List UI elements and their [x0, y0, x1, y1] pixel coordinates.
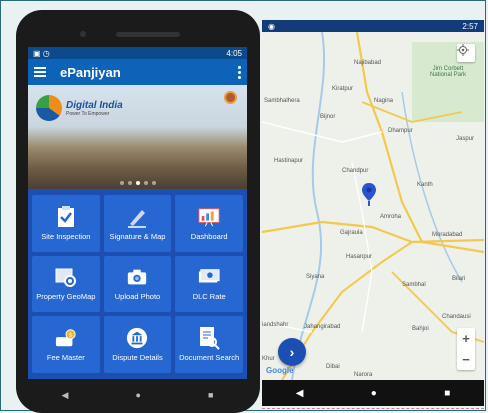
front-camera — [80, 31, 86, 37]
tile-document-search[interactable]: Document Search — [175, 316, 243, 373]
carousel-dot[interactable] — [119, 181, 124, 185]
park-label: Jim Corbett National Park — [430, 66, 467, 78]
hamburger-menu-icon[interactable] — [34, 67, 46, 77]
place-label: Moradabad — [432, 232, 463, 238]
svg-text:$: $ — [69, 331, 73, 339]
place-label: Hastinapur — [274, 158, 304, 164]
place-label: Chandpur — [342, 168, 369, 174]
carousel-dot[interactable] — [151, 181, 156, 185]
back-icon[interactable]: ◀ — [296, 388, 304, 399]
place-label: Hasanpur — [346, 254, 373, 260]
app-screen: ▣ ◷ 4:05 ePanjiyan Digital India Power T… — [28, 47, 247, 379]
tile-dlc-rate[interactable]: DLC Rate — [175, 255, 243, 313]
zoom-in-button[interactable]: + — [462, 331, 470, 346]
overflow-menu-icon[interactable] — [238, 65, 241, 79]
tile-dispute-details[interactable]: Dispute Details — [103, 316, 172, 373]
map-view[interactable]: Najibabad Jim Corbett National Park Kirat… — [262, 32, 484, 380]
carousel-indicator — [119, 181, 156, 185]
digital-india-logo: Digital India Power To Empower — [36, 95, 123, 121]
place-label: Gajraula — [340, 230, 363, 236]
place-label: Bahjoi — [412, 326, 429, 332]
place-label: landshahr — [262, 322, 289, 328]
status-time-right: 2:57 — [462, 21, 478, 31]
place-label: Bijnor — [320, 114, 336, 120]
place-label: Amroha — [380, 214, 402, 220]
next-fab-button[interactable]: › — [278, 338, 306, 366]
nav-bar-right: ◀ ● ■ — [262, 380, 484, 406]
status-bar-right: ◉ 2:57 — [262, 20, 484, 32]
tile-signature-map[interactable]: Signature & Map — [103, 195, 172, 252]
place-label: Siyana — [306, 274, 325, 280]
tile-label: Document Search — [179, 353, 240, 363]
home-icon[interactable]: ● — [371, 388, 377, 399]
tile-label: Upload Photo — [114, 292, 161, 302]
banner-brand: Digital India — [66, 99, 123, 111]
crosshair-icon — [457, 44, 469, 56]
tile-label: Fee Master — [46, 353, 85, 363]
place-label: Jahangirabad — [304, 324, 341, 330]
emblem-icon — [224, 91, 237, 104]
place-label: Chandausi — [442, 314, 471, 320]
digital-india-mark-icon — [36, 95, 62, 121]
tile-upload-photo[interactable]: Upload Photo — [103, 255, 172, 313]
home-icon[interactable]: ● — [136, 390, 141, 400]
app-bar: ePanjiyan — [28, 59, 247, 85]
place-label: Kiratpur — [332, 86, 354, 92]
fee-icon: $ — [55, 327, 77, 349]
banner-tagline: Power To Empower — [66, 110, 110, 117]
pen-icon — [126, 206, 148, 228]
recent-apps-icon[interactable]: ■ — [208, 390, 213, 400]
place-label: Nagina — [374, 98, 394, 104]
status-time-left: 4:05 — [226, 48, 242, 58]
place-label: Najibabad — [354, 60, 382, 66]
place-label: Sambhalhera — [264, 98, 300, 104]
tile-label: Site Inspection — [41, 231, 91, 241]
my-location-button[interactable] — [457, 44, 475, 62]
tile-label: DLC Rate — [192, 292, 226, 302]
google-logo: Google — [266, 366, 294, 375]
app-title: ePanjiyan — [60, 64, 121, 80]
place-label: Dhampur — [388, 128, 413, 134]
tile-label: Signature & Map — [109, 231, 166, 241]
place-label: Bilari — [452, 276, 466, 282]
chart-board-icon — [198, 206, 220, 228]
tile-dashboard[interactable]: Dashboard — [175, 195, 243, 252]
checklist-icon — [55, 205, 77, 228]
recent-apps-icon[interactable]: ■ — [444, 388, 450, 399]
place-label: Narora — [354, 372, 373, 378]
notification-icon: ◉ — [268, 21, 275, 31]
place-label: Jaspur — [456, 136, 475, 142]
place-label: Kanth — [417, 182, 433, 188]
carousel-dot[interactable] — [127, 181, 132, 185]
status-bar: ▣ ◷ 4:05 — [28, 47, 247, 59]
carousel-dot[interactable] — [143, 181, 148, 185]
court-icon — [126, 327, 148, 349]
money-icon — [198, 266, 220, 288]
feature-grid: Site Inspection Signature & Map Dashboar… — [28, 189, 247, 379]
document-search-icon — [198, 327, 220, 350]
place-label: Dibai — [326, 364, 340, 370]
tile-site-inspection[interactable]: Site Inspection — [32, 195, 100, 252]
tile-label: Dashboard — [190, 231, 228, 241]
camera-icon — [126, 266, 148, 288]
zoom-out-button[interactable]: − — [462, 352, 470, 367]
tile-label: Property GeoMap — [36, 292, 96, 302]
tile-label: Dispute Details — [112, 353, 163, 363]
notification-icons: ▣ ◷ — [33, 48, 50, 58]
place-label: Sambhal — [402, 282, 426, 288]
banner-carousel[interactable]: Digital India Power To Empower — [28, 85, 247, 189]
nav-bar-left: ◀ ● ■ — [28, 385, 247, 405]
carousel-dot-active[interactable] — [135, 181, 140, 185]
geomap-icon — [55, 266, 77, 288]
tile-fee-master[interactable]: $ Fee Master — [32, 316, 100, 373]
divider — [262, 408, 484, 409]
place-label: Khur — [262, 356, 275, 362]
back-icon[interactable]: ◀ — [62, 390, 69, 401]
tile-property-geomap[interactable]: Property GeoMap — [32, 255, 100, 313]
zoom-control: + − — [457, 328, 475, 370]
speaker-grille — [116, 32, 180, 37]
